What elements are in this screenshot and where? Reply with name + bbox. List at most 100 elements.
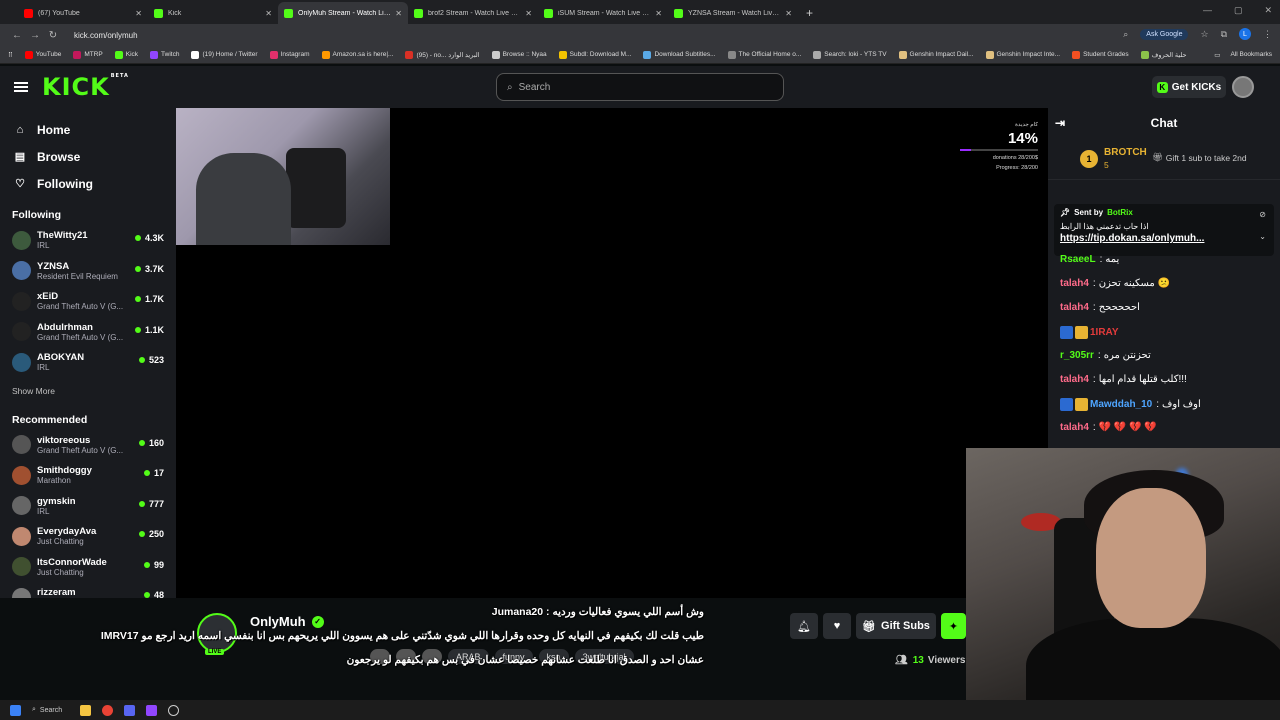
gift-leaderboard[interactable]: 1 BROTCH 5 🎁︎ Gift 1 sub to take 2nd: [1048, 138, 1280, 180]
follow-button[interactable]: ♥: [823, 613, 851, 639]
bookmark-item[interactable]: Amazon.sa is here|...: [321, 50, 393, 59]
sidebar-channel[interactable]: xEiD Grand Theft Auto V (G... 1.7K: [0, 286, 176, 317]
apps-icon[interactable]: ⠿: [8, 51, 13, 59]
browser-tab[interactable]: (67) YouTube ✕: [18, 2, 148, 24]
back-icon[interactable]: ←: [8, 30, 26, 41]
bookmark-item[interactable]: The Official Home o...: [727, 50, 801, 59]
bookmark-item[interactable]: Twitch: [150, 50, 179, 59]
browser-tab[interactable]: YZNSA Stream - Watch Live on Kick ✕: [668, 2, 798, 24]
bookmark-item[interactable]: Browse :: Nyaa: [491, 50, 547, 59]
bookmark-item[interactable]: حلية الحروف: [1140, 50, 1187, 59]
chat-text: اوف اوف: [1162, 399, 1201, 410]
video-player[interactable]: كام جديدة 14% donations 28/200$ Progress…: [176, 108, 1048, 598]
sidebar-channel[interactable]: Abdulrhman Grand Theft Auto V (G... 1.1K: [0, 317, 176, 348]
bookmark-item[interactable]: Search: loki - YTS TV: [813, 50, 887, 59]
chat-text: 💔 💔 💔 💔: [1098, 422, 1157, 433]
nav-browse[interactable]: ▤ Browse: [0, 143, 176, 170]
close-window-icon[interactable]: ✕: [1264, 5, 1272, 16]
kick-logo[interactable]: KICKBETA: [42, 73, 129, 101]
sidebar-channel[interactable]: ABOKYAN IRL 523: [0, 347, 176, 378]
sidebar-channel[interactable]: EverydayAva Just Chatting 250: [0, 521, 176, 552]
bookmark-item[interactable]: (95) - no... البريد الوارد: [405, 50, 480, 59]
hamburger-menu-icon[interactable]: [14, 80, 28, 94]
sidebar-channel[interactable]: ItsConnorWade Just Chatting 99: [0, 552, 176, 583]
star-icon[interactable]: ☆: [1200, 29, 1208, 40]
bookmark-item[interactable]: Genshin Impact Dail...: [898, 50, 974, 59]
bookmark-favicon: [985, 50, 994, 59]
extensions-icon[interactable]: ⧉: [1221, 29, 1227, 40]
search-icon[interactable]: ⌕: [1123, 29, 1128, 40]
taskbar-search[interactable]: ⌕ Search: [32, 706, 62, 714]
browser-tab[interactable]: Kick ✕: [148, 2, 278, 24]
bookmark-item[interactable]: YouTube: [24, 50, 61, 59]
get-kicks-button[interactable]: K Get KICKs: [1152, 76, 1226, 98]
discord-icon[interactable]: [124, 704, 136, 716]
all-bookmarks[interactable]: ▭ All Bookmarks: [1214, 51, 1272, 59]
new-tab-icon[interactable]: +: [798, 2, 821, 24]
maximize-icon[interactable]: ▢: [1234, 5, 1243, 16]
sidebar-channel[interactable]: TheWitty21 IRL 4.3K: [0, 225, 176, 256]
show-more-button[interactable]: Show More: [0, 386, 176, 396]
ask-google-button[interactable]: Ask Google: [1140, 28, 1189, 40]
notifications-button[interactable]: 🔔︎: [790, 613, 818, 639]
profile-avatar[interactable]: L: [1239, 28, 1251, 40]
collapse-chat-icon[interactable]: ⇥: [1055, 116, 1065, 130]
browser-tab[interactable]: OnlyMuh Stream - Watch Live on Kick✕: [278, 2, 408, 24]
chat-username[interactable]: 1IRAY: [1090, 327, 1119, 338]
close-tab-icon[interactable]: ✕: [525, 9, 532, 18]
windows-start-icon[interactable]: [10, 704, 21, 716]
close-tab-icon[interactable]: ✕: [785, 9, 792, 18]
bookmark-item[interactable]: Instagram: [269, 50, 310, 59]
obs-icon[interactable]: [168, 704, 180, 716]
pinned-message[interactable]: 📌︎ Sent by BotRix اذا حاب تدعمني هذا الراب…: [1054, 204, 1274, 256]
chat-separator: :: [1092, 302, 1096, 313]
close-tab-icon[interactable]: ✕: [655, 9, 662, 18]
sidebar-channel[interactable]: viktoreeous Grand Theft Auto V (G... 160: [0, 430, 176, 461]
bookmark-item[interactable]: Genshin Impact Inte...: [985, 50, 1060, 59]
bookmark-item[interactable]: Kick: [114, 50, 138, 59]
chat-username[interactable]: RsaeeL: [1060, 254, 1096, 265]
bookmark-item[interactable]: Subdl: Download M...: [558, 50, 631, 59]
file-explorer-icon[interactable]: [80, 704, 92, 716]
bookmark-item[interactable]: Student Grades: [1072, 50, 1129, 59]
subscribe-button[interactable]: ✦: [941, 613, 966, 639]
browser-tab[interactable]: iSUM Stream - Watch Live on Kick ✕: [538, 2, 668, 24]
chat-badge-icon: [1075, 398, 1088, 411]
gift-subs-button[interactable]: 🎁︎ Gift Subs: [856, 613, 936, 639]
donation-goal-overlay: كام جديدة 14% donations 28/200$ Progress…: [960, 122, 1038, 171]
forward-icon[interactable]: →: [26, 30, 44, 41]
close-tab-icon[interactable]: ✕: [265, 9, 272, 18]
sidebar-channel[interactable]: gymskin IRL 777: [0, 491, 176, 522]
close-tab-icon[interactable]: ✕: [395, 9, 402, 18]
pinned-link[interactable]: https://tip.dokan.sa/onlymuh...: [1060, 233, 1268, 244]
close-tab-icon[interactable]: ✕: [135, 9, 142, 18]
chat-badge-icon: [1060, 398, 1073, 411]
sidebar-channel[interactable]: YZNSA Resident Evil Requiem 3.7K: [0, 256, 176, 287]
unpin-icon[interactable]: ⊘: [1259, 210, 1266, 219]
chat-username[interactable]: talah4: [1060, 302, 1089, 313]
chevron-down-icon[interactable]: ⌄: [1259, 232, 1266, 241]
bookmark-item[interactable]: Download Subtitles...: [643, 50, 716, 59]
nav-following[interactable]: ♡ Following: [0, 170, 176, 197]
window-controls: — ▢ ✕: [1203, 5, 1272, 16]
reload-icon[interactable]: ↻: [44, 30, 62, 41]
browser-tab[interactable]: brof2 Stream - Watch Live on Kick ✕: [408, 2, 538, 24]
chat-username[interactable]: talah4: [1060, 422, 1089, 433]
chat-username[interactable]: talah4: [1060, 374, 1089, 385]
nav-home[interactable]: ⌂ Home: [0, 116, 176, 143]
twitch-icon[interactable]: [146, 704, 158, 716]
user-avatar[interactable]: [1232, 76, 1254, 98]
chat-username[interactable]: Mawddah_10: [1090, 399, 1152, 410]
chat-message: talah4: مسكينه تحزن 😕: [1060, 278, 1170, 289]
url-field[interactable]: kick.com/onlymuh: [74, 31, 138, 40]
chat-username[interactable]: r_305rr: [1060, 350, 1094, 361]
bookmark-item[interactable]: (19) Home / Twitter: [191, 50, 258, 59]
menu-dots-icon[interactable]: ⋮: [1263, 29, 1272, 40]
sidebar-channel[interactable]: Smithdoggy Marathon 17: [0, 460, 176, 491]
chrome-icon[interactable]: [102, 704, 114, 716]
chat-username[interactable]: talah4: [1060, 278, 1089, 289]
viewer-count: 17: [143, 468, 164, 478]
minimize-icon[interactable]: —: [1203, 5, 1212, 16]
bookmark-item[interactable]: MTRP: [73, 50, 103, 59]
search-input[interactable]: ⌕ Search: [496, 73, 784, 101]
